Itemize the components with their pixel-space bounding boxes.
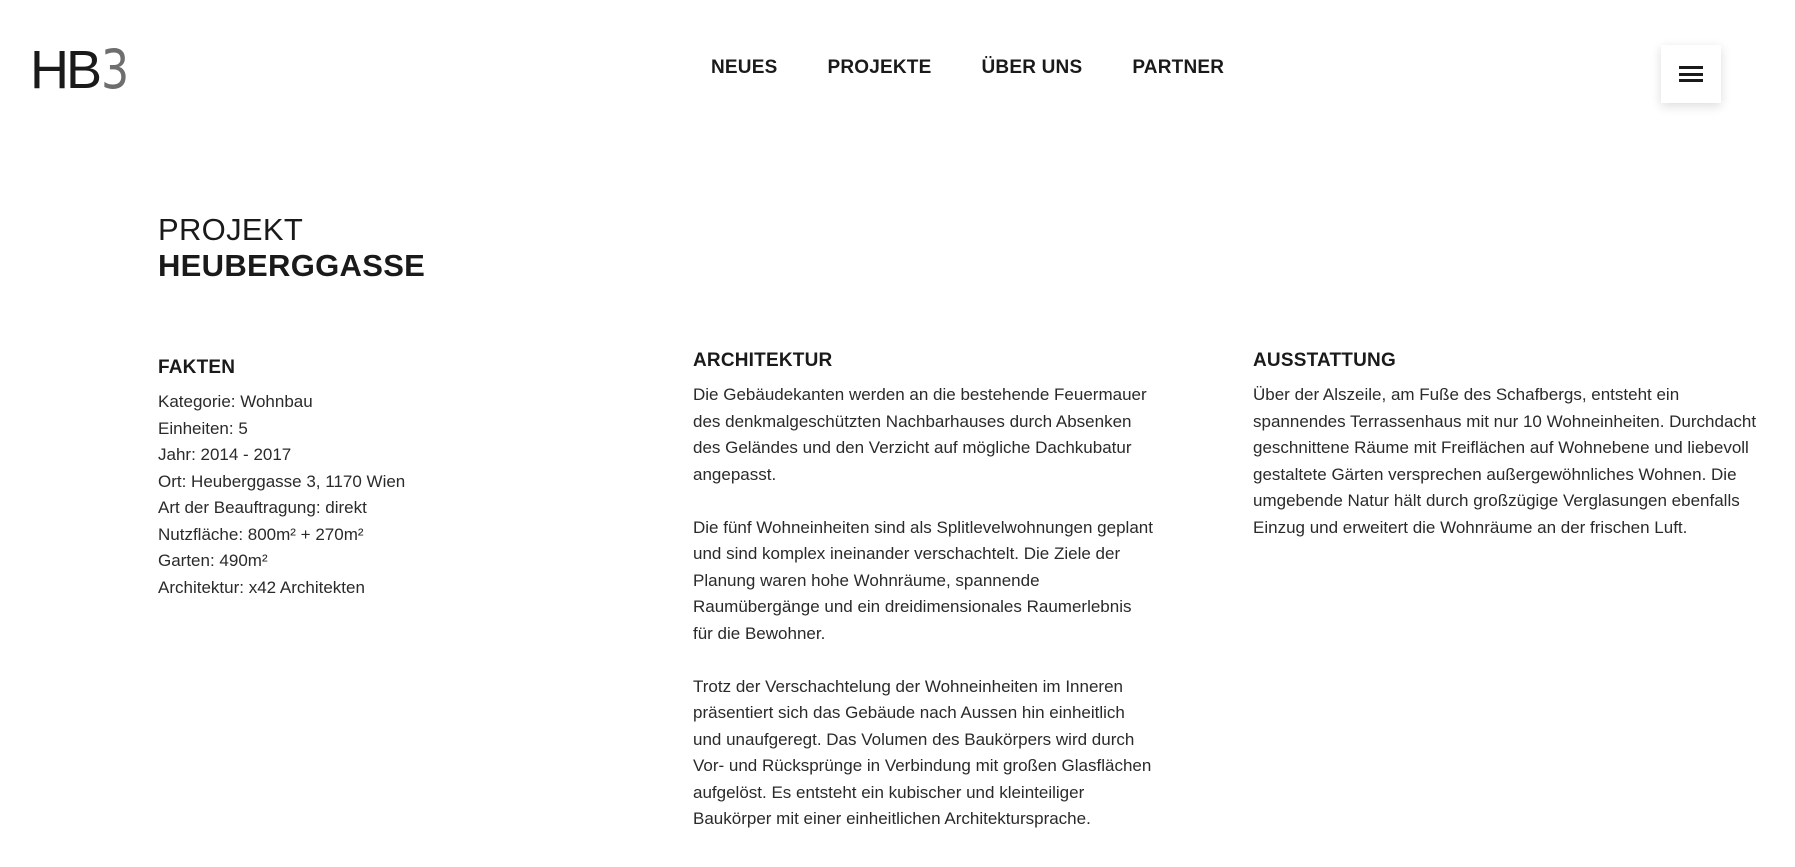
facts-heading: FAKTEN [158,357,236,378]
site-logo[interactable]: HB 3 [30,38,135,101]
fact-item: Art der Beauftragung: direkt [158,498,367,517]
architecture-paragraph: Trotz der Verschachtelung der Wohneinhei… [693,676,1152,829]
main-nav: NEUES PROJEKTE ÜBER UNS PARTNER [711,57,1224,79]
page-title-kicker: PROJEKT [158,212,304,247]
site-header: HB 3 NEUES PROJEKTE ÜBER UNS PARTNER [0,0,1795,130]
fact-item: Garten: 490m² [158,551,268,570]
equipment-paragraph: Über der Alszeile, am Fuße des Schafberg… [1253,385,1757,537]
facts-list: Kategorie: Wohnbau Einheiten: 5 Jahr: 20… [158,389,578,601]
logo-number: 3 [101,38,130,101]
nav-item-ueber-uns[interactable]: ÜBER UNS [981,57,1082,79]
equipment-section: AUSSTATTUNG Über der Alszeile, am Fuße d… [1253,350,1773,568]
fact-item: Architektur: x42 Architekten [158,577,365,597]
architecture-heading: ARCHITEKTUR [693,350,833,371]
facts-section: FAKTEN Kategorie: Wohnbau Einheiten: 5 J… [158,357,578,601]
menu-button[interactable] [1661,45,1721,103]
architecture-paragraph: Die fünf Wohneinheiten sind als Splitlev… [693,517,1153,643]
architecture-section: ARCHITEKTUR Die Gebäudekanten werden an … [693,350,1155,859]
page-title: PROJEKT HEUBERGGASSE [158,212,425,284]
architecture-paragraph: Die Gebäudekanten werden an die bestehen… [693,385,1147,484]
fact-item: Nutzfläche: 800m² + 270m² [158,524,364,544]
fact-item: Ort: Heuberggasse 3, 1170 Wien [158,471,406,491]
nav-item-neues[interactable]: NEUES [711,57,777,79]
hamburger-menu-icon [1679,66,1703,82]
fact-item: Jahr: 2014 - 2017 [158,445,292,464]
fact-item: Kategorie: Wohnbau [158,392,313,411]
logo-letters: HB [30,40,102,100]
nav-item-partner[interactable]: PARTNER [1132,57,1224,79]
page-title-name: HEUBERGGASSE [158,248,426,283]
nav-item-projekte[interactable]: PROJEKTE [827,57,931,79]
fact-item: Einheiten: 5 [158,418,248,438]
equipment-heading: AUSSTATTUNG [1253,350,1396,371]
